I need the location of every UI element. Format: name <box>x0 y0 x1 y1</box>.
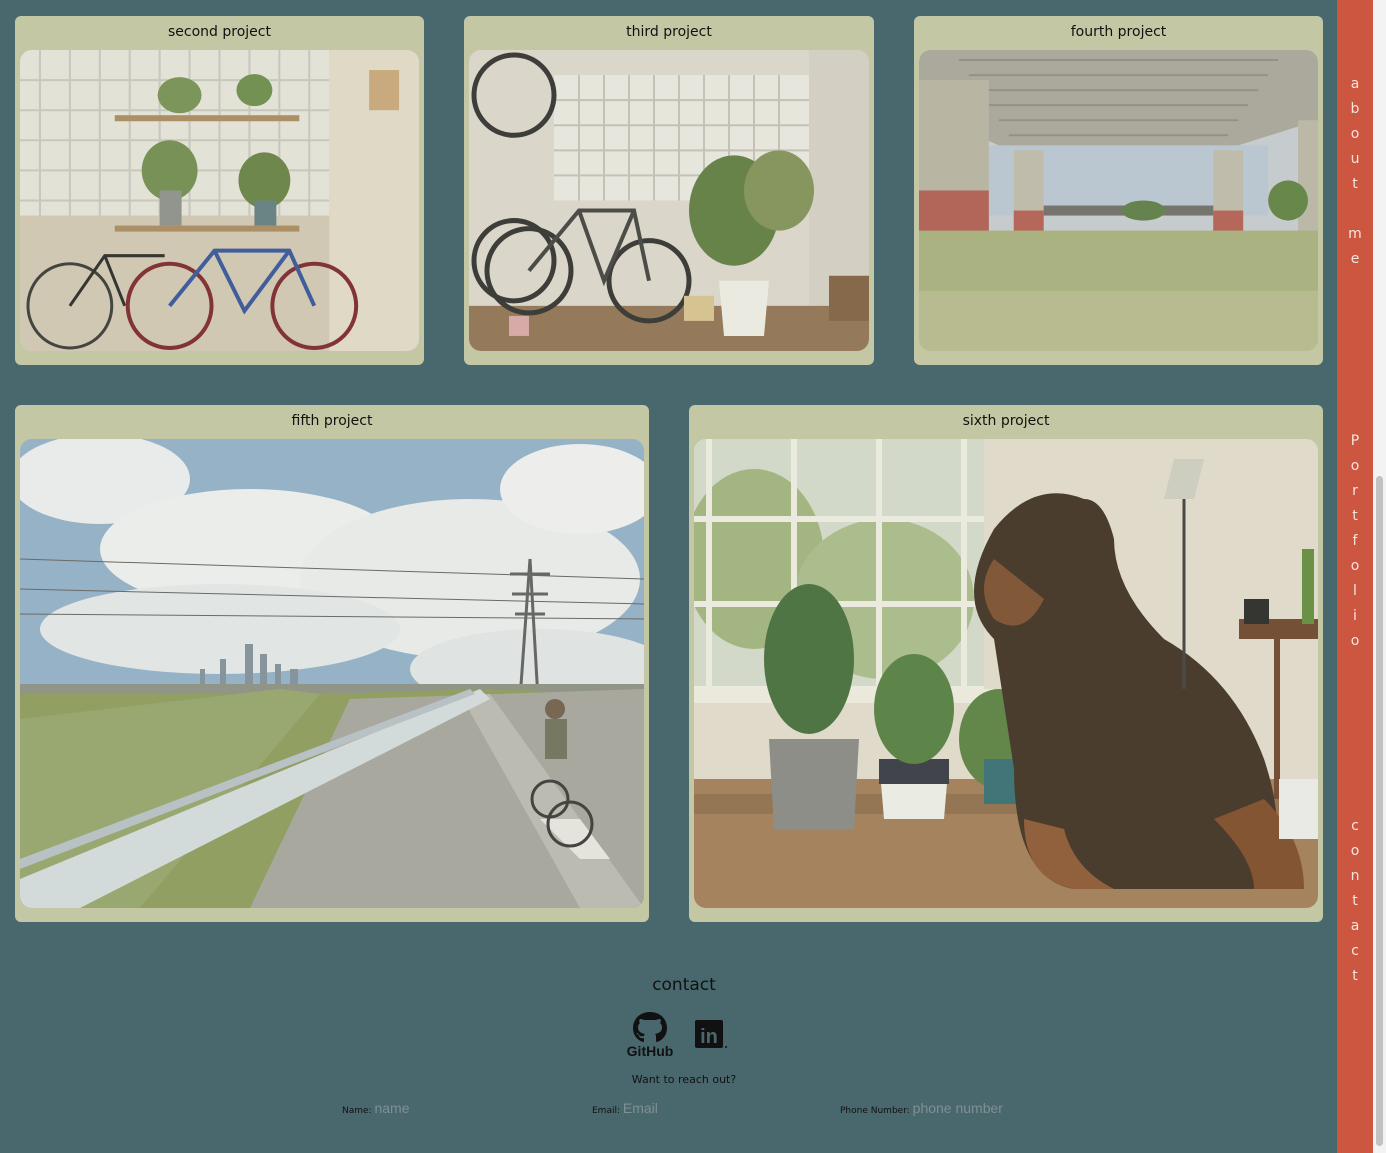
email-label: Email: <box>592 1106 621 1116</box>
scrollbar[interactable] <box>1373 0 1386 1153</box>
name-field: Name: <box>342 1100 495 1116</box>
name-label: Name: <box>342 1106 372 1116</box>
email-field: Email: <box>592 1100 743 1116</box>
nav-about-me[interactable]: about me <box>1337 72 1373 272</box>
phone-input[interactable] <box>912 1100 1053 1116</box>
project-image[interactable] <box>20 439 644 908</box>
main-content: second project third project fourth proj… <box>0 0 1337 1153</box>
phone-field: Phone Number: <box>840 1100 1053 1116</box>
contact-heading: contact <box>652 975 716 995</box>
project-card-second[interactable]: second project <box>15 16 424 365</box>
project-card-fourth[interactable]: fourth project <box>914 16 1323 365</box>
github-label: GitHub <box>627 1043 674 1058</box>
linkedin-label: in <box>700 1026 718 1048</box>
project-title: sixth project <box>962 413 1050 429</box>
project-card-sixth[interactable]: sixth project <box>689 405 1323 922</box>
project-title: fifth project <box>291 413 373 429</box>
phone-label: Phone Number: <box>840 1106 910 1116</box>
github-icon[interactable]: GitHub <box>623 1010 677 1059</box>
project-title: third project <box>626 24 712 40</box>
reach-out-prompt: Want to reach out? <box>631 1073 737 1086</box>
project-image[interactable] <box>469 50 869 351</box>
nav-portfolio[interactable]: Portfolio <box>1337 429 1373 654</box>
project-image[interactable] <box>694 439 1318 908</box>
side-nav: about me Portfolio contact <box>1337 0 1373 1153</box>
project-title: second project <box>168 24 271 40</box>
nav-contact[interactable]: contact <box>1337 814 1373 989</box>
scrollbar-thumb[interactable] <box>1376 476 1383 1146</box>
email-input[interactable] <box>622 1100 743 1116</box>
project-card-fifth[interactable]: fifth project <box>15 405 649 922</box>
project-image[interactable] <box>919 50 1318 351</box>
project-card-third[interactable]: third project <box>464 16 874 365</box>
name-input[interactable] <box>374 1100 495 1116</box>
project-title: fourth project <box>1070 24 1167 40</box>
project-image[interactable] <box>20 50 419 351</box>
linkedin-icon[interactable]: in <box>693 1019 729 1051</box>
